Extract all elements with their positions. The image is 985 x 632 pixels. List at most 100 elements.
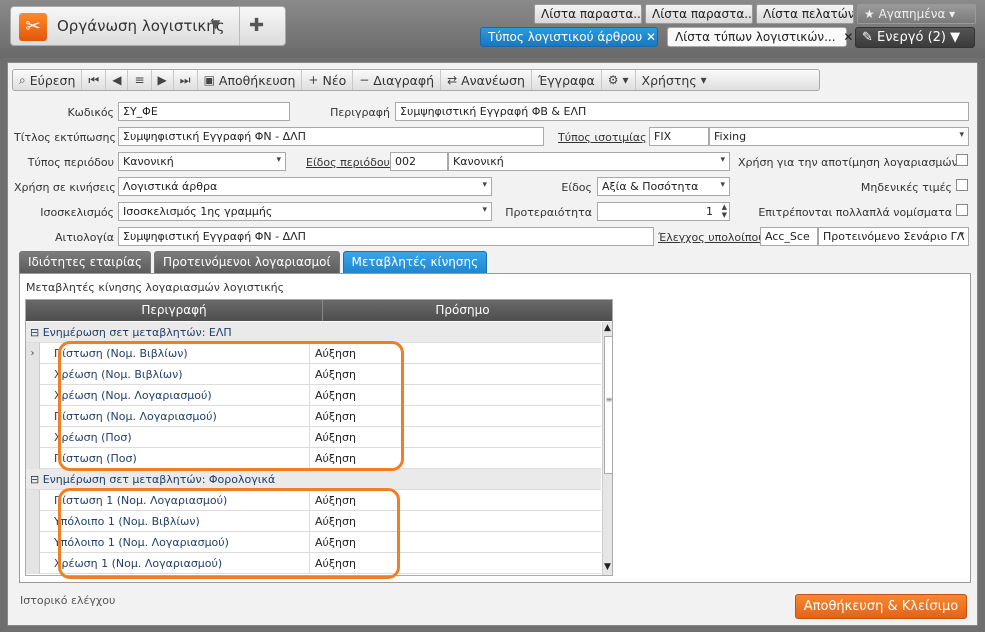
list-button[interactable]: ≡: [128, 70, 152, 90]
priority-stepper[interactable]: 1 ▲ ▼: [597, 202, 730, 221]
tab-strip: Ιδιότητες εταιρίας Προτεινόμενοι λογαρια…: [19, 251, 488, 273]
window-tab-list-label: Λίστα τύπων λογιστικών...: [675, 30, 836, 44]
first-record-button[interactable]: ⏮: [82, 70, 107, 90]
tab-company-properties[interactable]: Ιδιότητες εταιρίας: [19, 251, 151, 273]
rate-type-value: Fixing: [714, 130, 747, 143]
chevron-down-icon: ▾: [700, 73, 707, 87]
row-indicator-icon: [26, 406, 40, 427]
pinned-tab-customers[interactable]: Λίστα πελατών: [756, 4, 854, 24]
tab-proposed-accounts[interactable]: Προτεινόμενοι λογαριασμοί: [154, 251, 340, 273]
window-tab-list[interactable]: Λίστα τύπων λογιστικών... ✕: [667, 27, 853, 47]
description-label: Περιγραφή: [330, 106, 390, 119]
period-kind-code[interactable]: 002: [390, 152, 448, 171]
new-label: Νέο: [322, 72, 347, 88]
period-kind-select[interactable]: Κανονική: [448, 152, 730, 171]
scroll-thumb[interactable]: ≡: [604, 336, 612, 474]
code-field[interactable]: ΣΥ_ΦΕ: [118, 102, 290, 121]
balancing-select[interactable]: Ισοσκελισμός 1ης γραμμής: [118, 202, 492, 221]
priority-value: 1: [706, 205, 713, 218]
save-and-close-button[interactable]: Αποθήκευση & Κλείσιμο: [795, 594, 967, 619]
documents-button[interactable]: Έγγραφα: [532, 70, 602, 90]
kind-select[interactable]: Αξία & Ποσότητα: [597, 177, 730, 196]
reason-label: Αιτιολογία: [54, 231, 114, 244]
spinner-arrows-icon[interactable]: ▲ ▼: [722, 203, 727, 219]
valuation-label: Χρήση για την αποτίμηση λογαριασμών: [738, 156, 958, 169]
documents-label: Έγγραφα: [537, 72, 595, 88]
group-row[interactable]: ⊟ Ενημέρωση σετ μεταβλητών: Φορολογικά: [26, 469, 601, 490]
usage-select[interactable]: Λογιστικά άρθρα: [118, 177, 492, 196]
column-header-description[interactable]: Περιγραφή: [26, 300, 323, 321]
refresh-icon: ⇄: [447, 73, 458, 87]
delete-label: Διαγραφή: [373, 72, 435, 88]
gear-icon: ⚙: [607, 73, 619, 87]
search-icon: ⌕: [19, 72, 26, 87]
vertical-scrollbar[interactable]: ▲ ≡ ▼: [602, 322, 612, 575]
next-record-button[interactable]: ▶: [152, 70, 174, 90]
module-selector[interactable]: ✂ Οργάνωση λογιστικής ▼ ✚: [10, 6, 286, 46]
chevron-down-icon[interactable]: ▼: [211, 17, 220, 31]
balancing-value: Ισοσκελισμός 1ης γραμμής: [123, 205, 273, 218]
period-type-select[interactable]: Κανονική: [118, 152, 286, 171]
zero-values-checkbox[interactable]: [956, 179, 968, 191]
rate-type-select[interactable]: Fixing: [709, 127, 969, 146]
main-window: ⌕ Εύρεση ⏮ ◀ ≡ ▶ ⏭ ▣ Αποθήκευση + Νέο − Διαγ…: [7, 62, 978, 626]
tab-movement-variables[interactable]: Μεταβλητές κίνησης: [342, 251, 488, 273]
scroll-down-icon[interactable]: ▼: [604, 562, 611, 572]
search-label: Εύρεση: [29, 72, 76, 88]
reason-field[interactable]: Συμψηφιστική Εγγραφή ΦΝ - ΔΛΠ: [118, 227, 654, 246]
rate-type-code[interactable]: FIX: [649, 127, 709, 146]
new-button[interactable]: + Νέο: [302, 70, 354, 90]
favorites-menu[interactable]: ★ Αγαπημένα ▾: [857, 4, 976, 24]
pinned-tab-2[interactable]: Λίστα παραστα...: [645, 4, 753, 24]
print-title-field[interactable]: Συμψηφιστική Εγγραφή ΦΝ - ΔΛΠ: [118, 127, 544, 146]
last-record-button[interactable]: ⏭: [174, 70, 198, 90]
refresh-label: Ανανέωση: [461, 72, 525, 88]
users-button[interactable]: Χρήστης ▾: [636, 70, 713, 90]
row-indicator-icon: ›: [26, 343, 40, 364]
pinned-tab-1[interactable]: Λίστα παραστα...: [534, 4, 642, 24]
active-windows-menu[interactable]: ✎ Ενεργό (2) ▼: [855, 27, 975, 48]
top-bar: ✂ Οργάνωση λογιστικής ▼ ✚ Λίστα παραστα.…: [0, 0, 985, 58]
audit-history-link[interactable]: Ιστορικό ελέγχου: [20, 594, 115, 607]
chevron-down-icon: ▼: [950, 30, 961, 45]
active-windows-label: Ενεργό (2): [877, 30, 946, 45]
close-icon[interactable]: ✕: [646, 30, 656, 44]
next-icon: ▶: [157, 73, 167, 87]
settings-button[interactable]: ⚙ ▾: [602, 70, 636, 90]
minus-icon: −: [359, 73, 370, 87]
scroll-up-icon[interactable]: ▲: [604, 323, 611, 333]
zero-values-label: Μηδενικές τιμές: [860, 181, 952, 194]
row-indicator-icon: [26, 553, 40, 574]
usage-label: Χρήση σε κινήσεις: [14, 181, 116, 194]
row-indicator-icon: [26, 364, 40, 385]
usage-value: Λογιστικά άρθρα: [123, 180, 218, 193]
multicurrency-checkbox[interactable]: [956, 204, 968, 216]
valuation-checkbox[interactable]: [956, 154, 968, 166]
balance-check-value: Προτεινόμενο Σενάριο ΓΛ: [823, 230, 965, 243]
window-tab-active[interactable]: Τύπος λογιστικού άρθρου ✕: [480, 27, 658, 47]
group-row[interactable]: ⊟ Ενημέρωση σετ μεταβλητών: ΕΛΠ: [26, 322, 601, 343]
search-button[interactable]: ⌕ Εύρεση: [13, 70, 83, 90]
balance-check-select[interactable]: Προτεινόμενο Σενάριο ΓΛ: [818, 227, 969, 246]
description-field[interactable]: Συμψηφιστική Εγγραφή ΦΒ & ΕΛΠ: [395, 102, 969, 121]
plus-icon: +: [308, 73, 319, 87]
priority-label: Προτεραιότητα: [505, 206, 592, 219]
rate-type-link[interactable]: Τύπος ισοτιμίας: [558, 131, 647, 144]
highlight-outline: [58, 341, 404, 471]
first-icon: ⏮: [88, 72, 100, 87]
save-button[interactable]: ▣ Αποθήκευση: [198, 70, 303, 90]
group-title: ⊟ Ενημέρωση σετ μεταβλητών: Φορολογικά: [30, 473, 276, 486]
column-header-sign[interactable]: Πρόσημο: [323, 300, 602, 321]
balance-check-code[interactable]: Acc_Sce: [760, 227, 818, 246]
prev-record-button[interactable]: ◀: [106, 70, 129, 90]
balance-check-link[interactable]: Έλεγχος υπολοίπου: [658, 231, 765, 244]
delete-button[interactable]: − Διαγραφή: [353, 70, 442, 90]
puzzle-icon[interactable]: ✚: [249, 15, 264, 36]
refresh-button[interactable]: ⇄ Ανανέωση: [441, 70, 532, 90]
pencil-icon: ✎: [862, 30, 873, 45]
panel-title: Μεταβλητές κίνησης λογαριασμών λογιστική…: [26, 281, 285, 294]
balancing-label: Ισοσκελισμός: [40, 206, 114, 219]
period-kind-link[interactable]: Είδος περιόδου: [306, 156, 390, 169]
close-icon[interactable]: ✕: [843, 30, 853, 44]
last-icon: ⏭: [179, 72, 191, 87]
